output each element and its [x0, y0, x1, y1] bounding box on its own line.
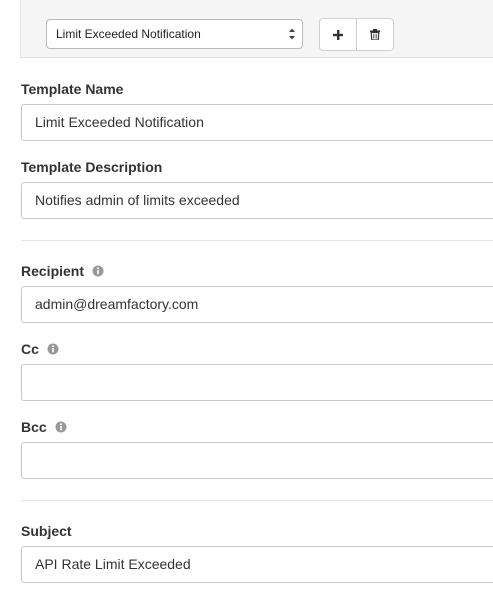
template-actions	[319, 18, 394, 51]
delete-template-button[interactable]	[356, 19, 393, 50]
template-select[interactable]: Limit Exceeded Notification	[46, 19, 303, 49]
select-arrows-icon	[289, 28, 295, 40]
template-select-value: Limit Exceeded Notification	[56, 27, 201, 41]
plus-icon	[333, 29, 343, 40]
recipient-input[interactable]: admin@dreamfactory.com	[21, 286, 493, 323]
bcc-input[interactable]	[21, 442, 493, 479]
add-template-button[interactable]	[320, 19, 356, 50]
recipient-label: Recipient	[21, 263, 104, 279]
template-description-label: Template Description	[21, 159, 163, 175]
cc-label: Cc	[21, 341, 59, 357]
info-icon[interactable]	[55, 421, 67, 433]
email-template-form: Limit Exceeded Notification Template Nam…	[0, 0, 493, 596]
trash-icon	[370, 29, 380, 40]
template-description-input[interactable]: Notifies admin of limits exceeded	[21, 182, 493, 219]
section-divider	[21, 500, 493, 501]
subject-label: Subject	[21, 523, 72, 539]
info-icon[interactable]	[47, 343, 59, 355]
info-icon[interactable]	[92, 265, 104, 277]
cc-input[interactable]	[21, 364, 493, 401]
bcc-label: Bcc	[21, 419, 67, 435]
template-name-input[interactable]: Limit Exceeded Notification	[21, 104, 493, 141]
section-divider	[21, 240, 493, 241]
subject-input[interactable]: API Rate Limit Exceeded	[21, 546, 493, 583]
template-name-label: Template Name	[21, 81, 124, 97]
